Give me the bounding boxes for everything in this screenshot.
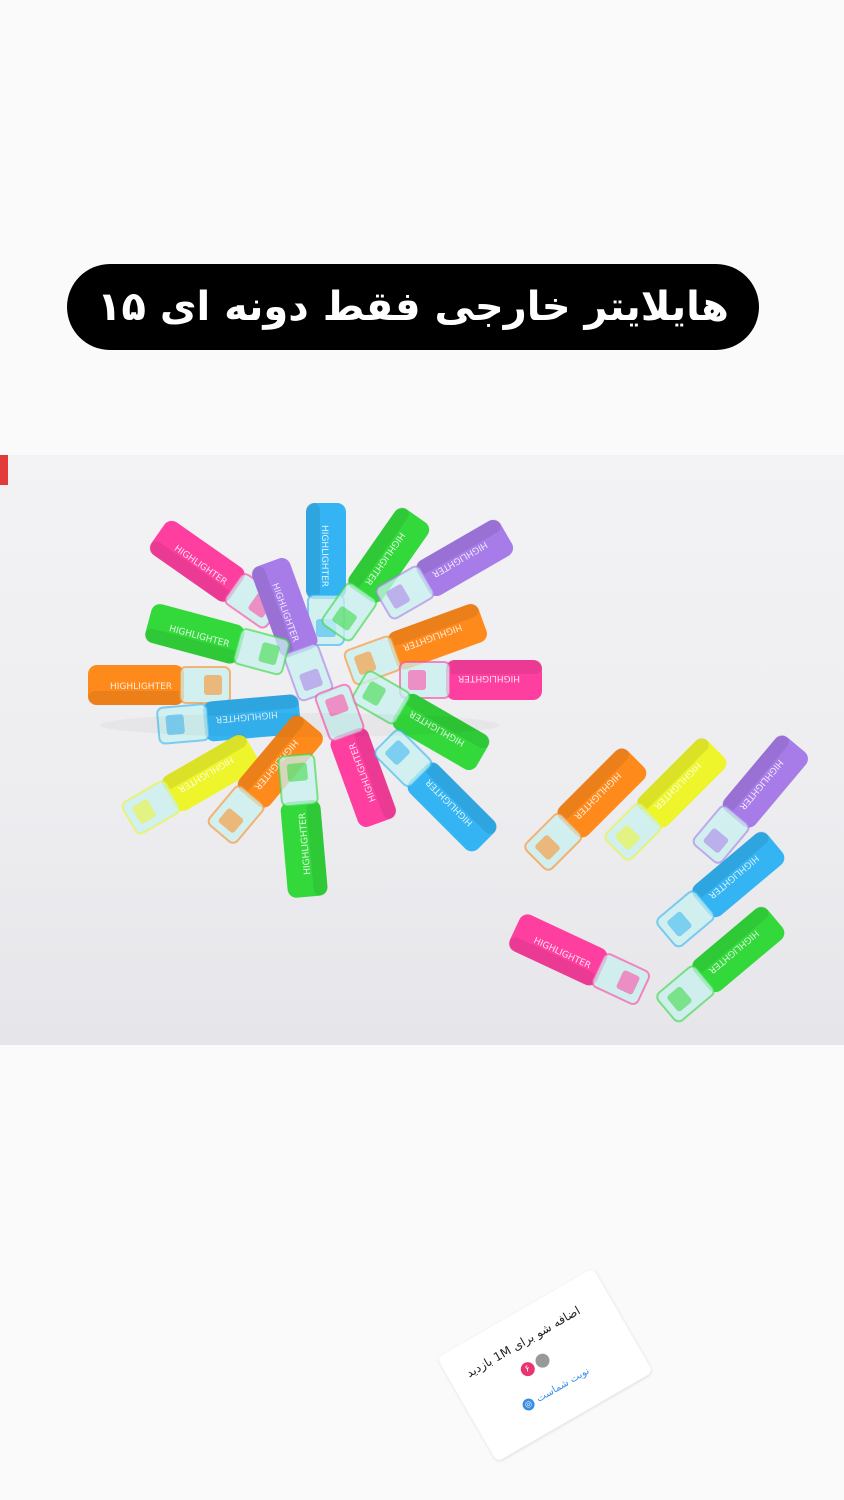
highlighter-label: HIGHLIGHTER: [458, 673, 520, 683]
highlighter-label: HIGHLIGHTER: [110, 682, 172, 692]
participant-avatar: [532, 1351, 553, 1371]
highlighter-green-16: HIGHLIGHTER: [277, 753, 328, 898]
participant-badge: ۶: [518, 1359, 538, 1379]
highlighter-label: HIGHLIGHTER: [319, 525, 329, 587]
highlighters-illustration: HIGHLIGHTER HIGHLIGHTER HIGHLIGHTER HIGHLIG…: [88, 503, 808, 1023]
title-banner: هایلایتر خارجی فقط دونه ای ۱۵: [67, 264, 759, 350]
add-yours-sticker[interactable]: اضافه شو برای 1M بازدید ۶ ◎ نوبت شماست: [437, 1268, 653, 1462]
banner-title: هایلایتر خارجی فقط دونه ای ۱۵: [97, 284, 729, 330]
highlighter-orange-9: HIGHLIGHTER: [88, 665, 231, 705]
sticker-action-label: نوبت شماست: [534, 1365, 592, 1405]
highlighter-pink-21: HIGHLIGHTER: [508, 914, 651, 1005]
highlighter-pink-8: HIGHLIGHTER: [399, 660, 542, 700]
camera-icon: ◎: [520, 1396, 537, 1413]
photo-edge-accent: [0, 455, 8, 485]
product-photo: HIGHLIGHTER HIGHLIGHTER HIGHLIGHTER HIGHLIG…: [0, 455, 844, 1045]
sticker-avatars: ۶: [518, 1351, 553, 1379]
